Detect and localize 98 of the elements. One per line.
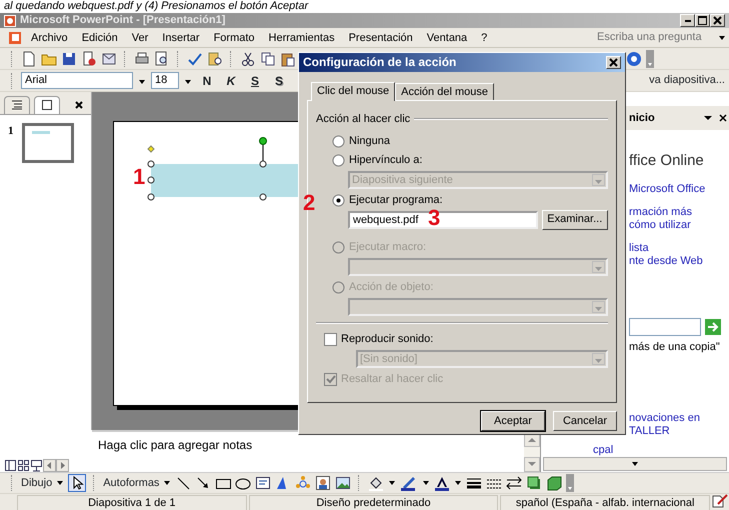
slide-thumbnail[interactable] xyxy=(22,123,74,163)
caret-icon[interactable] xyxy=(702,113,713,123)
3d-cube-icon[interactable] xyxy=(546,475,562,491)
menu-item[interactable]: Archivo xyxy=(24,28,75,48)
option-label: Resaltar al hacer clic xyxy=(341,372,444,387)
paste-icon[interactable] xyxy=(280,50,296,66)
outline-icon xyxy=(11,100,23,110)
style-button[interactable]: N xyxy=(197,72,217,90)
font-color-icon[interactable] xyxy=(434,475,450,491)
outline-tab[interactable] xyxy=(4,96,30,114)
slide-number: 1 xyxy=(8,124,14,139)
status-text: Diseño predeterminado xyxy=(248,495,498,510)
style-button[interactable]: K xyxy=(221,72,241,90)
normal-view-icon[interactable] xyxy=(4,459,17,472)
go-arrow-icon[interactable] xyxy=(705,318,721,334)
new-file-icon[interactable] xyxy=(21,50,37,66)
radio-button[interactable] xyxy=(332,134,345,148)
diagram-icon[interactable] xyxy=(295,475,312,491)
menu-item[interactable]: Formato xyxy=(206,28,262,48)
arrow-style-icon[interactable] xyxy=(506,475,522,491)
close-icon[interactable] xyxy=(74,100,84,110)
notes-field[interactable]: Haga clic para agregar notas xyxy=(92,432,524,472)
dialog-button[interactable]: Aceptar xyxy=(481,411,545,431)
menu-item[interactable]: Herramientas xyxy=(262,28,342,48)
maximize-button[interactable] xyxy=(695,14,710,27)
dialog-title: Configuración de la acción xyxy=(303,54,456,71)
clip-art-icon[interactable] xyxy=(315,475,332,491)
radio-button[interactable] xyxy=(332,194,345,206)
close-button[interactable] xyxy=(710,14,725,27)
app-icon xyxy=(4,14,16,26)
window-title: Microsoft PowerPoint - [Presentación1] xyxy=(20,13,226,28)
line-icon[interactable] xyxy=(175,475,192,491)
browse-button[interactable]: Examinar... xyxy=(542,210,608,230)
slide-sorter-icon[interactable] xyxy=(17,459,30,472)
font-dropdown[interactable]: Arial xyxy=(21,72,133,89)
close-button[interactable] xyxy=(606,56,621,69)
help-link[interactable]: lista nte desde Web xyxy=(629,242,729,268)
option-label: Ejecutar macro: xyxy=(349,240,426,255)
menu-item[interactable]: Insertar xyxy=(155,28,207,48)
style-button[interactable]: S xyxy=(269,72,289,90)
help-search-field[interactable]: Escriba una pregunta xyxy=(595,28,715,47)
close-icon xyxy=(609,58,618,67)
caption-text: al quedando webquest.pdf y (4) Presionamos el botón Aceptar xyxy=(0,0,729,13)
radio-button[interactable] xyxy=(332,154,345,166)
option-label: Ejecutar programa: xyxy=(349,192,443,208)
text-box-icon[interactable] xyxy=(255,475,272,491)
help-link[interactable]: Microsoft Office xyxy=(629,182,729,196)
shadow-icon[interactable] xyxy=(526,475,542,491)
menu-item[interactable]: Ver xyxy=(124,28,156,48)
close-icon[interactable] xyxy=(718,113,727,123)
dialog-button[interactable]: Cancelar xyxy=(553,411,617,431)
menu-item[interactable]: Ventana xyxy=(420,28,474,48)
menu-item[interactable]: Edición xyxy=(74,28,125,48)
dialog-tab[interactable]: Acción del mouse xyxy=(395,83,494,100)
checkbox[interactable] xyxy=(324,332,337,346)
autoshapes-menu-button[interactable]: Autoformas xyxy=(103,474,160,492)
copy-icon[interactable] xyxy=(260,50,276,66)
pointer-icon[interactable] xyxy=(68,474,86,492)
new-slide-button[interactable]: va diapositiva... xyxy=(649,72,725,89)
option-label: Hipervínculo a: xyxy=(349,152,422,168)
help-icon[interactable] xyxy=(626,50,642,66)
help-link[interactable]: rmación más cómo utilizar xyxy=(629,206,729,232)
slides-tab[interactable] xyxy=(34,96,60,114)
picture-icon[interactable] xyxy=(335,475,352,491)
task-pane-title: nicio xyxy=(629,111,655,126)
status-text: spañol (España - alfab. internacional xyxy=(500,495,710,510)
group-label: Acción al hacer clic xyxy=(316,112,410,127)
toolbar-options-icon[interactable] xyxy=(646,50,654,68)
option-label: Ninguna xyxy=(349,134,390,149)
option-label: Reproducir sonido: xyxy=(341,332,434,347)
slideshow-icon[interactable] xyxy=(30,459,43,472)
heading: ffice Online xyxy=(629,151,705,171)
dialog-tab[interactable]: Clic del mouse xyxy=(311,82,396,101)
maximize-icon xyxy=(698,16,707,25)
help-link[interactable]: novaciones en TALLER xyxy=(629,412,729,438)
save-icon[interactable] xyxy=(61,50,77,66)
scissors-icon[interactable] xyxy=(240,50,256,66)
help-link[interactable]: cpal xyxy=(593,444,729,456)
step-number: 2 xyxy=(303,192,316,214)
status-text: Diapositiva 1 de 1 xyxy=(17,495,247,510)
email-icon[interactable] xyxy=(101,50,117,66)
menu-item[interactable]: ? xyxy=(474,28,494,48)
scroll-left-icon[interactable] xyxy=(43,459,56,472)
close-icon xyxy=(713,16,722,25)
option-label: Acción de objeto: xyxy=(349,280,434,295)
minimize-icon xyxy=(684,20,690,22)
search-field[interactable] xyxy=(629,318,701,336)
slide-icon xyxy=(41,100,53,110)
menu-item[interactable]: Presentación xyxy=(342,28,420,48)
document-icon[interactable] xyxy=(8,30,24,46)
step-number: 1 xyxy=(133,166,146,188)
minimize-button[interactable] xyxy=(680,14,695,27)
style-button[interactable]: S xyxy=(245,72,265,90)
font-size-dropdown[interactable]: 18 xyxy=(151,72,179,89)
hint-text: más de una copia" xyxy=(629,340,721,354)
printer-icon[interactable] xyxy=(134,50,150,66)
scroll-right-icon[interactable] xyxy=(56,459,69,472)
draw-menu-button[interactable]: Dibujo xyxy=(21,474,52,492)
